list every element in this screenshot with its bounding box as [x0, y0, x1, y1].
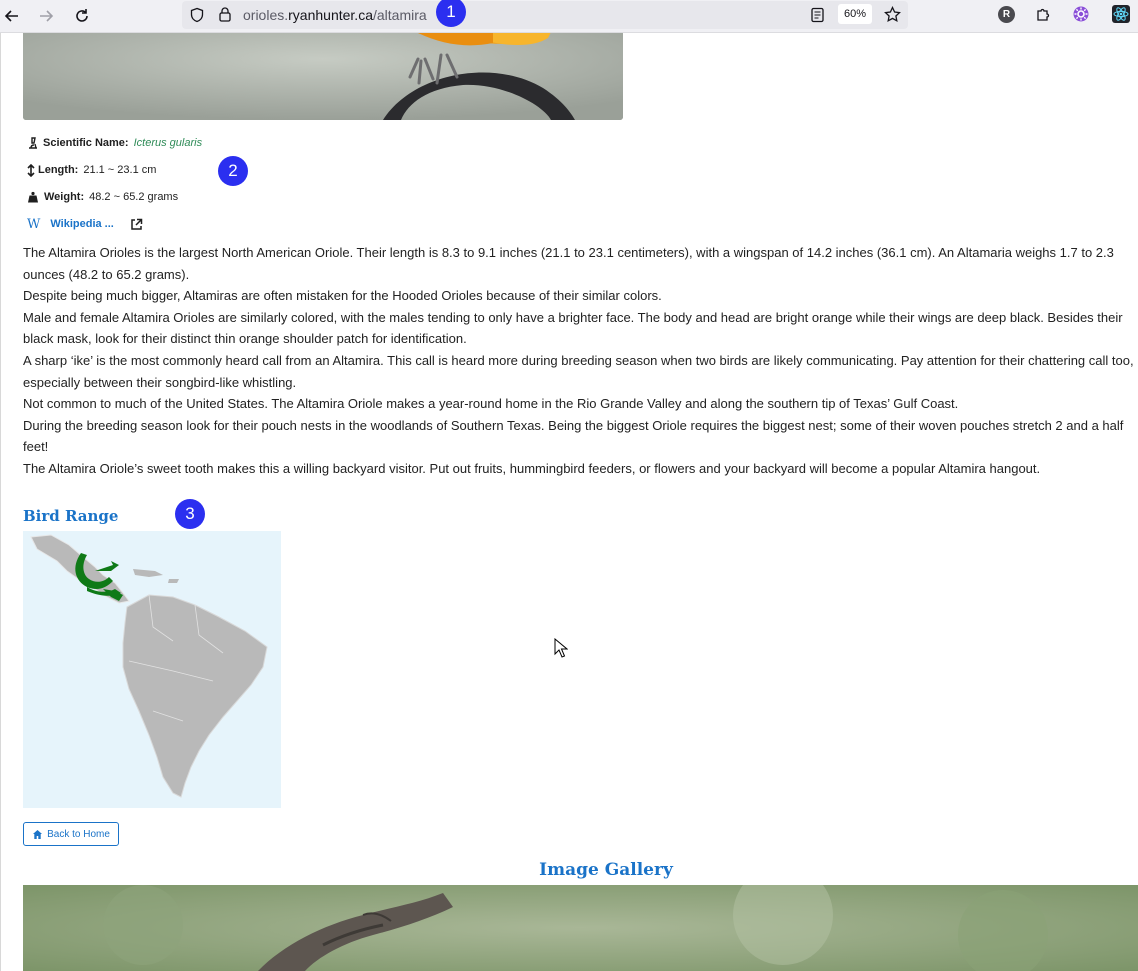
reload-icon: [76, 9, 88, 22]
description-paragraph: A sharp ‘ike’ is the most commonly heard…: [23, 352, 1134, 390]
arrow-right-icon: [40, 10, 54, 22]
description-paragraph: Despite being much bigger, Altamiras are…: [23, 288, 662, 304]
arrow-left-icon: [4, 10, 18, 22]
description-paragraph: Male and female Altamira Orioles are sim…: [23, 309, 1123, 347]
length-value: 21.1 ~ 23.1 cm: [83, 164, 157, 176]
wikipedia-w-icon: W: [27, 216, 41, 232]
shield-icon: [190, 7, 204, 23]
home-icon: [33, 829, 43, 839]
description-paragraph: During the breeding season look for thei…: [23, 417, 1124, 455]
wikipedia-link[interactable]: Wikipedia ...: [50, 218, 113, 230]
forward-button[interactable]: [34, 4, 58, 28]
bookmark-star-icon[interactable]: [884, 6, 901, 23]
description-paragraph: The Altamira Orioles is the largest Nort…: [23, 245, 1114, 282]
reader-view-icon[interactable]: [810, 7, 825, 23]
description-paragraph: Not common to much of the United States.…: [23, 396, 959, 412]
bird-hero-image: [23, 33, 623, 120]
vertical-arrows-icon: [27, 163, 35, 177]
profile-avatar[interactable]: R: [998, 6, 1015, 23]
gallery-photo: [23, 885, 1138, 971]
reload-button[interactable]: [70, 4, 94, 28]
weight-label: Weight:: [44, 191, 85, 203]
wikipedia-row: W Wikipedia ...: [27, 215, 143, 233]
length-row: Length: 21.1 ~ 23.1 cm: [27, 161, 156, 179]
zoom-level-badge[interactable]: 60%: [838, 4, 872, 24]
weight-value: 48.2 ~ 65.2 grams: [89, 191, 179, 203]
lock-icon: [219, 7, 231, 22]
length-label: Length:: [38, 164, 79, 176]
back-to-home-label: Back to Home: [47, 828, 110, 840]
scientific-name-row: Scientific Name: Icterus gularis: [27, 134, 202, 152]
browser-toolbar: orioles.ryanhunter.ca/altamira 60% 1 R: [0, 0, 1138, 33]
image-gallery-heading: Image Gallery: [539, 860, 673, 880]
weight-icon: [28, 191, 38, 203]
mouse-cursor-icon: [554, 638, 568, 658]
back-to-home-button[interactable]: Back to Home: [23, 822, 119, 846]
scientific-name-value: Icterus gularis: [133, 137, 203, 149]
gallery-image[interactable]: [23, 885, 1138, 971]
description-paragraph: The Altamira Oriole’s sweet tooth makes …: [23, 460, 1041, 476]
scientific-name-label: Scientific Name:: [43, 137, 129, 149]
react-devtools-icon[interactable]: [1112, 5, 1130, 23]
bird-range-heading: Bird Range: [23, 507, 119, 525]
weight-row: Weight: 48.2 ~ 65.2 grams: [27, 188, 178, 206]
bird-range-map: [23, 531, 281, 808]
gear-extension-icon[interactable]: [1072, 5, 1090, 23]
oriole-photo: [23, 33, 623, 120]
annotation-marker-2: 2: [218, 156, 248, 186]
range-map-graphic: [23, 531, 281, 808]
extensions-puzzle-icon[interactable]: [1035, 6, 1052, 23]
url-text[interactable]: orioles.ryanhunter.ca/altamira: [243, 7, 427, 23]
page-left-border: [0, 33, 1, 971]
annotation-marker-3: 3: [175, 499, 205, 529]
url-bar[interactable]: orioles.ryanhunter.ca/altamira 60%: [182, 1, 908, 29]
microscope-icon: [29, 137, 37, 149]
external-link-icon[interactable]: [130, 218, 143, 231]
bird-description: The Altamira Orioles is the largest Nort…: [23, 242, 1138, 480]
back-button[interactable]: [0, 4, 24, 28]
